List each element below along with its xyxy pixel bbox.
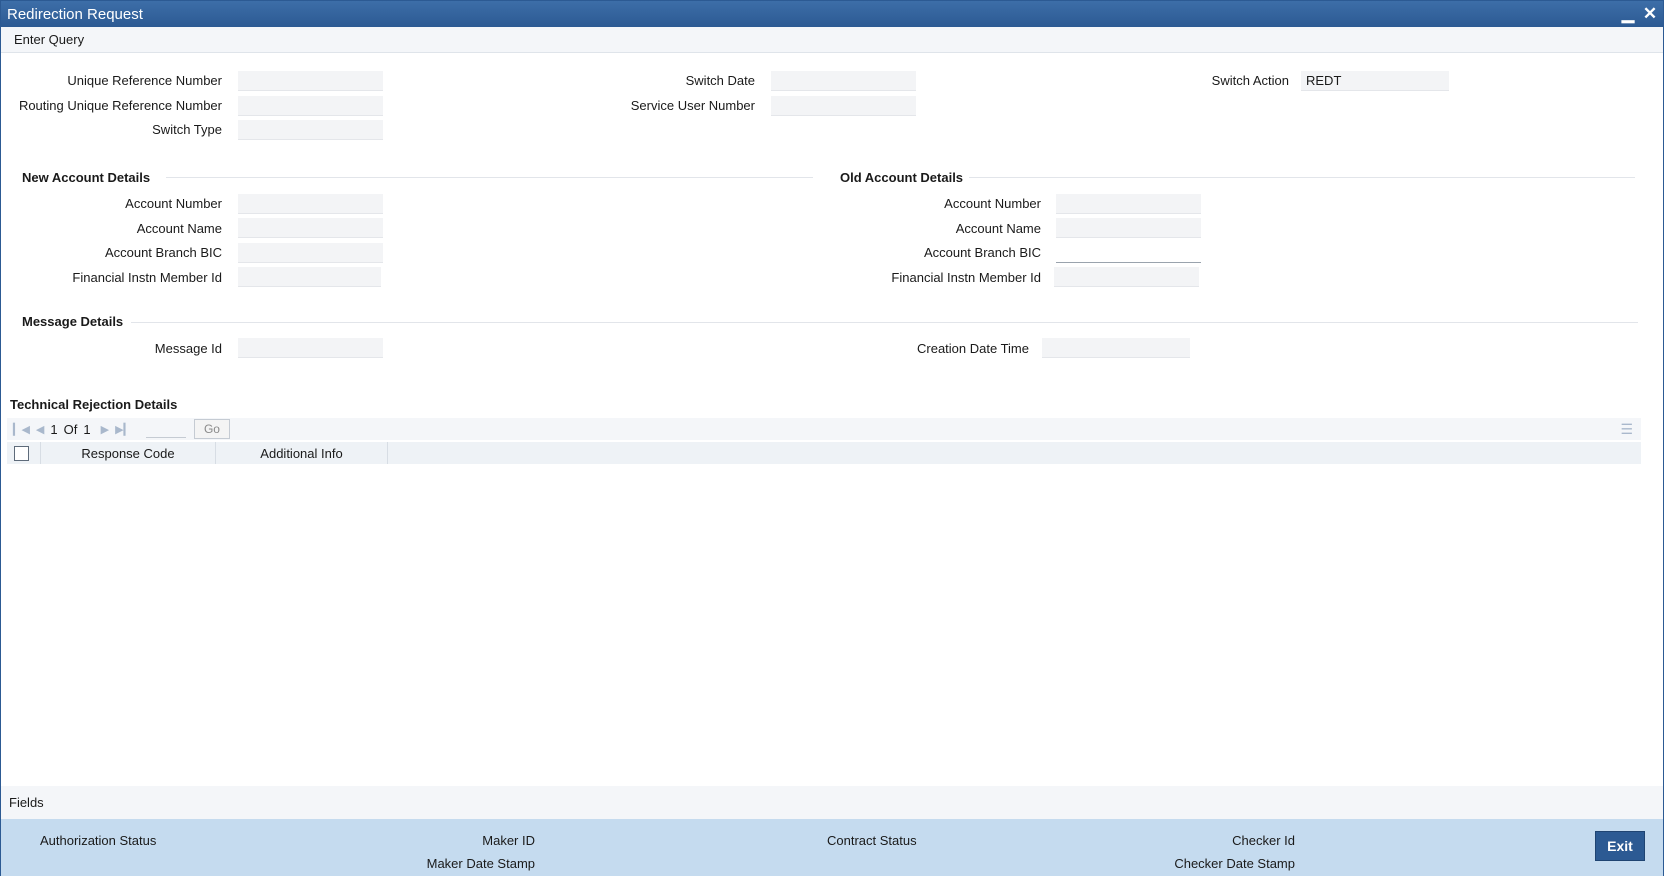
- unique-reference-number-input[interactable]: [238, 71, 383, 91]
- new-financial-instn-member-id-input[interactable]: [238, 267, 381, 287]
- old-account-number-input[interactable]: [1056, 194, 1201, 214]
- page-total: 1: [83, 421, 91, 437]
- grid-pager: ▎◀ ◀ 1 Of 1 ▶ ▶▎ Go ☰: [7, 418, 1641, 440]
- old-account-name-label: Account Name: [955, 221, 1041, 236]
- new-account-branch-bic-input[interactable]: [238, 243, 383, 263]
- page-of-label: Of: [63, 421, 78, 437]
- old-account-name-input[interactable]: [1056, 218, 1201, 238]
- toolbar: Enter Query: [1, 27, 1663, 53]
- switch-action-label: Switch Action: [1211, 73, 1289, 88]
- window-title: Redirection Request: [7, 5, 143, 23]
- redirection-request-window: Redirection Request ▁ ✕ Enter Query Uniq…: [0, 0, 1664, 876]
- routing-unique-reference-number-input[interactable]: [238, 96, 383, 116]
- message-details-divider: [131, 322, 1638, 323]
- grid-header-row: Response Code Additional Info: [7, 442, 1641, 464]
- title-bar: Redirection Request ▁ ✕: [1, 1, 1663, 27]
- new-account-name-label: Account Name: [136, 221, 222, 236]
- old-financial-instn-member-id-label: Financial Instn Member Id: [891, 270, 1041, 285]
- checker-id-label: Checker Id: [1232, 833, 1295, 848]
- old-account-details-title: Old Account Details: [840, 170, 964, 185]
- technical-rejection-details-title: Technical Rejection Details: [10, 397, 178, 412]
- contract-status-label: Contract Status: [827, 833, 917, 848]
- new-account-details-title: New Account Details: [22, 170, 151, 185]
- service-user-number-input[interactable]: [771, 96, 916, 116]
- next-page-icon[interactable]: ▶: [101, 423, 109, 436]
- unique-reference-number-label: Unique Reference Number: [67, 73, 222, 88]
- switch-action-input[interactable]: [1301, 71, 1449, 91]
- exit-button[interactable]: Exit: [1595, 831, 1645, 861]
- column-additional-info[interactable]: Additional Info: [216, 442, 388, 464]
- old-account-branch-bic-label: Account Branch BIC: [923, 245, 1041, 260]
- message-id-input[interactable]: [238, 338, 383, 358]
- new-account-details-divider: [166, 177, 813, 178]
- new-account-number-label: Account Number: [125, 196, 222, 211]
- checker-date-stamp-label: Checker Date Stamp: [1174, 856, 1295, 871]
- new-account-name-input[interactable]: [238, 218, 383, 238]
- new-account-number-input[interactable]: [238, 194, 383, 214]
- new-account-branch-bic-label: Account Branch BIC: [104, 245, 222, 260]
- new-financial-instn-member-id-label: Financial Instn Member Id: [72, 270, 222, 285]
- authorization-status-label: Authorization Status: [40, 833, 157, 848]
- previous-page-icon[interactable]: ◀: [36, 423, 44, 436]
- routing-unique-reference-number-label: Routing Unique Reference Number: [18, 98, 222, 113]
- first-page-icon[interactable]: ▎◀: [13, 423, 30, 436]
- message-id-label: Message Id: [154, 341, 222, 356]
- close-icon[interactable]: ✕: [1639, 3, 1661, 25]
- switch-date-label: Switch Date: [685, 73, 755, 88]
- last-page-icon[interactable]: ▶▎: [115, 423, 132, 436]
- switch-type-input[interactable]: [238, 120, 383, 140]
- maker-id-label: Maker ID: [482, 833, 535, 848]
- old-financial-instn-member-id-input[interactable]: [1054, 267, 1199, 287]
- maker-date-stamp-label: Maker Date Stamp: [426, 856, 535, 871]
- creation-date-time-input[interactable]: [1042, 338, 1190, 358]
- old-account-details-divider: [969, 177, 1635, 178]
- audit-status-bar: Authorization Status Maker ID Maker Date…: [1, 819, 1663, 876]
- column-settings-icon[interactable]: ☰: [1620, 421, 1633, 438]
- page-number-input[interactable]: [145, 420, 186, 438]
- page-current: 1: [50, 421, 58, 437]
- enter-query-button[interactable]: Enter Query: [14, 32, 84, 47]
- switch-date-input[interactable]: [771, 71, 916, 91]
- old-account-branch-bic-input[interactable]: [1056, 243, 1201, 263]
- service-user-number-label: Service User Number: [630, 98, 755, 113]
- fields-button[interactable]: Fields: [1, 786, 1663, 819]
- select-all-checkbox[interactable]: [14, 445, 29, 461]
- go-button[interactable]: Go: [193, 419, 230, 439]
- old-account-number-label: Account Number: [944, 196, 1041, 211]
- message-details-title: Message Details: [22, 314, 124, 329]
- switch-type-label: Switch Type: [152, 122, 222, 137]
- minimize-icon[interactable]: ▁: [1617, 3, 1639, 25]
- creation-date-time-label: Creation Date Time: [917, 341, 1029, 356]
- column-response-code[interactable]: Response Code: [41, 442, 216, 464]
